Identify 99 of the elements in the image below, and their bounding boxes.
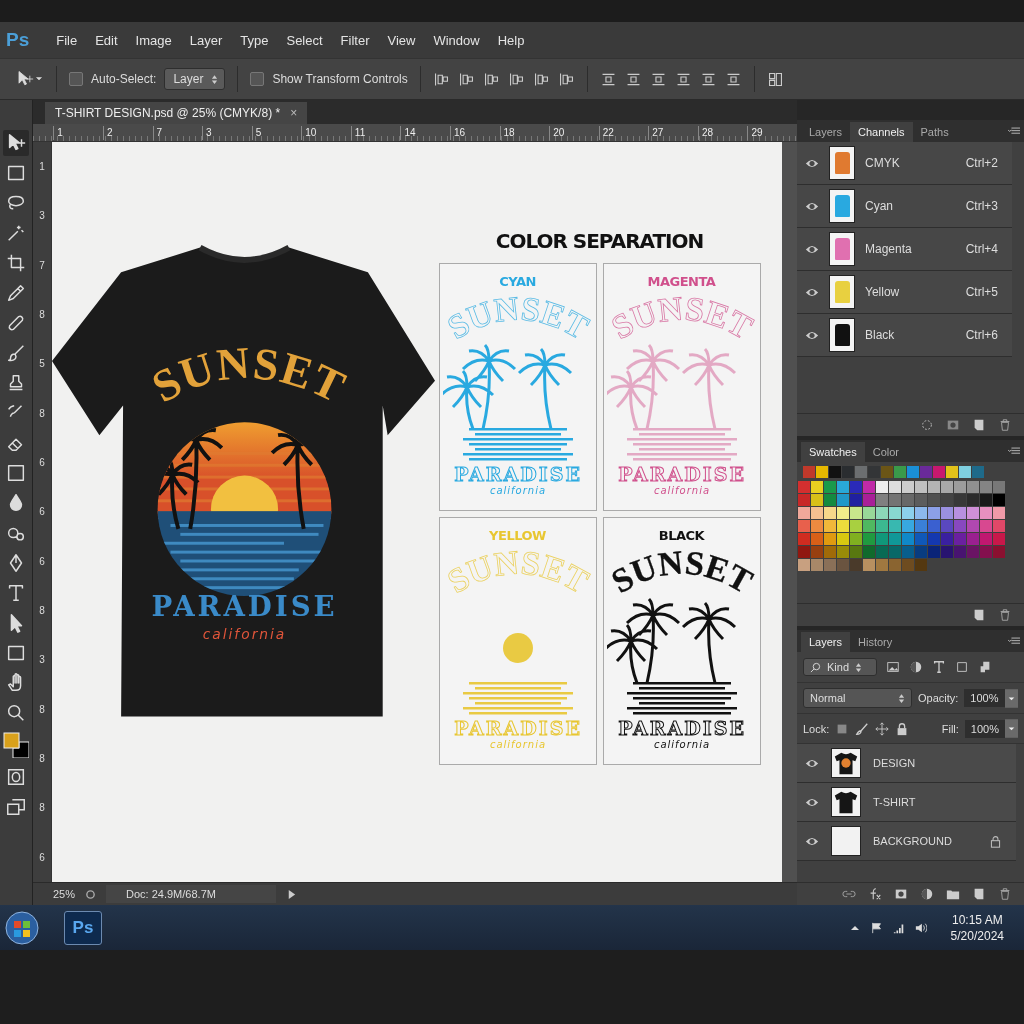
ruler-number: 8 (39, 605, 45, 617)
ruler-number: 27 (648, 125, 698, 140)
panel-tab[interactable]: Color (864, 442, 907, 462)
ruler-number: 8 (39, 407, 45, 419)
ruler-number: 1 (53, 125, 103, 140)
ruler-number: 16 (450, 125, 500, 140)
channel-shortcut: Ctrl+4 (965, 242, 998, 256)
ruler-number: 22 (598, 125, 649, 140)
ruler-number: 8 (39, 802, 45, 814)
plate-label: MAGENTA (647, 274, 716, 289)
blend-mode-dropdown[interactable]: Normal (803, 688, 912, 708)
fill-label: Fill: (941, 722, 959, 735)
ruler-number: 11 (350, 125, 401, 140)
design-title: SUNSET (143, 337, 354, 413)
channel-name[interactable]: Black (865, 328, 966, 342)
channel-name[interactable]: Yellow (865, 285, 966, 299)
ruler-number: 3 (39, 210, 45, 222)
opacity-field[interactable]: 100% (964, 689, 1005, 707)
clock-date[interactable]: 5/20/2024 (950, 928, 1004, 943)
show-transform-label: Show Transform Controls (272, 72, 408, 86)
panel-tab[interactable]: Layers (801, 632, 851, 652)
menu-item[interactable]: Window (424, 32, 489, 48)
ruler-number: 5 (251, 125, 302, 140)
ruler-number: 1 (39, 161, 45, 173)
panel-tab[interactable]: Paths (912, 122, 957, 142)
document-size: Doc: 24.9M/68.7M (106, 885, 276, 903)
ruler-number: 5 (39, 358, 45, 370)
ruler-number: 7 (152, 125, 203, 140)
plate-subtitle: PARADISE (453, 717, 582, 739)
menu-item[interactable]: Layer (180, 32, 232, 48)
panel-tab[interactable]: Channels (850, 122, 913, 142)
ruler-number: 6 (39, 506, 45, 518)
plate-caption: california (653, 739, 710, 750)
menu-item[interactable]: Help (488, 32, 534, 48)
ruler-number: 3 (202, 125, 252, 140)
plate-label: CYAN (499, 274, 536, 289)
filter-dropdown[interactable]: Kind (803, 658, 877, 676)
layer-name[interactable]: T-SHIRT (873, 796, 1016, 808)
opacity-label: Opacity: (918, 692, 959, 704)
ruler-number: 28 (697, 125, 748, 140)
menu-item[interactable]: Filter (331, 32, 379, 48)
menu-item[interactable]: File (47, 32, 87, 48)
channel-name[interactable]: CMYK (865, 156, 966, 170)
fill-field[interactable]: 100% (964, 719, 1005, 738)
ruler-number: 2 (102, 125, 153, 140)
plate-subtitle: PARADISE (617, 463, 746, 485)
plate-caption: california (489, 485, 546, 496)
ruler-number: 8 (39, 703, 45, 715)
panel-tab[interactable]: Swatches (801, 442, 865, 462)
plate-caption: california (489, 739, 546, 750)
plate-title: SUNSET (442, 543, 593, 601)
channel-shortcut: Ctrl+6 (965, 328, 998, 342)
plate-title: SUNSET (606, 543, 757, 601)
plate-label: YELLOW (489, 528, 546, 543)
plate-caption: california (653, 485, 710, 496)
plate-subtitle: PARADISE (453, 463, 582, 485)
ruler-number: 6 (39, 457, 45, 469)
channel-name[interactable]: Magenta (865, 242, 966, 256)
lock-label: Lock: (803, 722, 830, 735)
menu-item[interactable]: Select (277, 32, 332, 48)
zoom-level[interactable]: 25% (53, 888, 76, 900)
menu-item[interactable]: Type (231, 32, 278, 48)
plate-subtitle: PARADISE (617, 717, 746, 739)
ruler-number: 14 (400, 125, 450, 140)
panel-tab[interactable]: Layers (801, 122, 851, 142)
ruler-number: 6 (39, 851, 45, 863)
channel-shortcut: Ctrl+2 (965, 156, 998, 170)
layer-row[interactable]: T-SHIRT (797, 783, 1016, 822)
ruler-number: 8 (39, 309, 45, 321)
ruler-number: 7 (39, 259, 45, 271)
ruler-number: 6 (39, 555, 45, 567)
layer-name[interactable]: BACKGROUND (873, 835, 989, 847)
channel-shortcut: Ctrl+5 (965, 285, 998, 299)
close-button[interactable]: × (290, 106, 298, 120)
document-tab[interactable]: T-SHIRT DESIGN.psd @ 25% (CMYK/8) * × (45, 102, 308, 124)
plate-title: SUNSET (442, 289, 593, 347)
ruler-number: 18 (499, 125, 550, 140)
design-subtitle: PARADISE (151, 589, 338, 623)
clock-time[interactable]: 10:15 AM (951, 912, 1003, 927)
ruler-number: 3 (39, 654, 45, 666)
separation-title: COLOR SEPARATION (495, 229, 704, 253)
channel-shortcut: Ctrl+3 (965, 199, 998, 213)
plate-label: BLACK (658, 528, 705, 543)
ruler-number: 20 (549, 125, 599, 140)
taskbar-app-button[interactable]: Ps (64, 910, 102, 945)
ruler-number: 8 (39, 753, 45, 765)
plate-title: SUNSET (606, 289, 757, 347)
panel-tab[interactable]: History (850, 632, 901, 652)
app-logo: Ps (6, 29, 30, 51)
target-dropdown[interactable]: Layer (164, 68, 226, 90)
design-caption: california (202, 626, 287, 643)
menu-item[interactable]: Image (126, 32, 181, 48)
layer-name[interactable]: DESIGN (873, 757, 1016, 769)
layer-row[interactable]: DESIGN (797, 744, 1016, 783)
channel-name[interactable]: Cyan (865, 199, 966, 213)
menu-item[interactable]: Edit (86, 32, 127, 48)
menu-item[interactable]: View (378, 32, 425, 48)
auto-select-label: Auto-Select: (91, 72, 157, 86)
ruler-number: 10 (301, 125, 351, 140)
